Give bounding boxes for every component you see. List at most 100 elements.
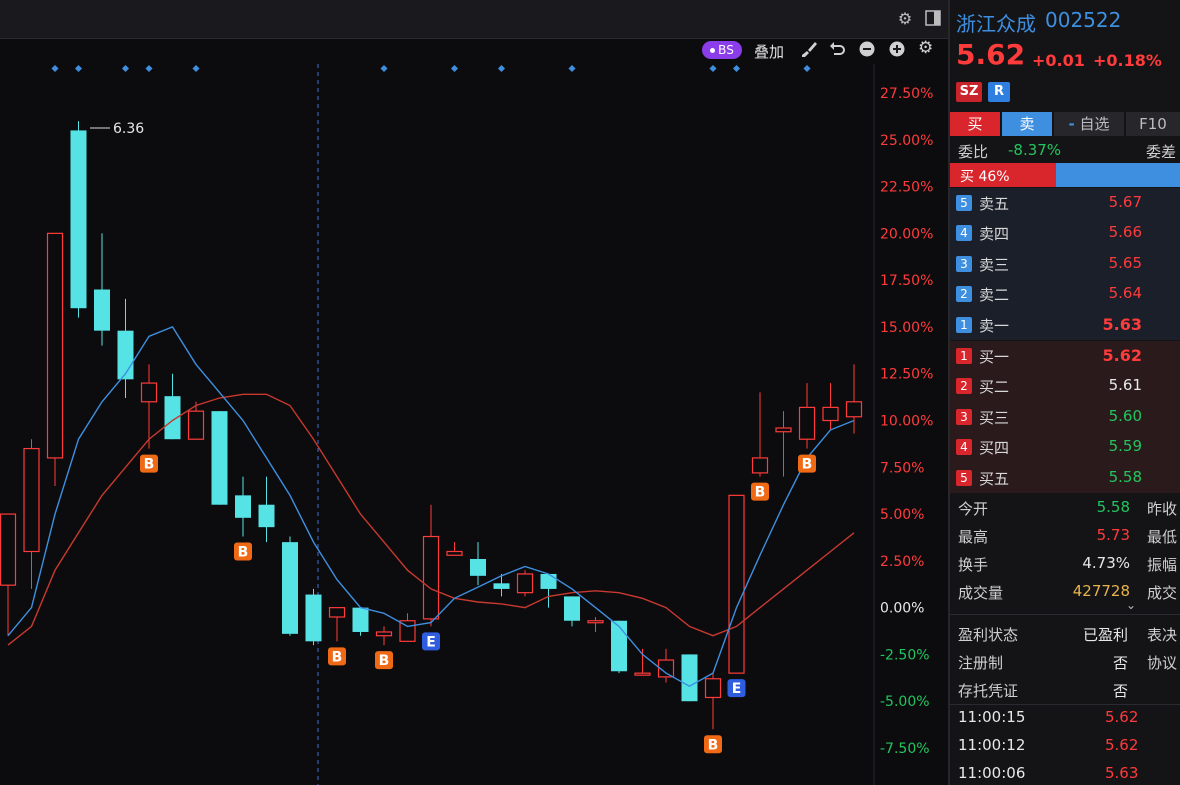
buy-marker-7[interactable]: B <box>751 482 769 501</box>
stock-name[interactable]: 浙江众成 <box>956 8 1036 37</box>
exit-marker-6[interactable]: E <box>727 679 746 698</box>
ask-level-price: 5.64 <box>1108 284 1142 303</box>
bid-level-label: 买一 <box>979 348 1010 366</box>
candle-32[interactable] <box>751 392 769 477</box>
event-dot-4[interactable] <box>192 64 200 73</box>
stat-value: 4.73% <box>1082 554 1130 572</box>
axis-label-8: 7.50% <box>880 460 924 476</box>
bid-row-2[interactable]: 2 买二 5.61 <box>950 371 1180 401</box>
bid-row-5[interactable]: 5 买五 5.58 <box>950 463 1180 493</box>
svg-text:B: B <box>379 653 390 669</box>
event-dot-0[interactable] <box>51 64 59 73</box>
event-dot-2[interactable] <box>121 64 130 73</box>
tab-f10[interactable]: F10 <box>1126 112 1180 136</box>
ask-row-2[interactable]: 2 卖二 5.64 <box>950 279 1180 309</box>
candle-14[interactable] <box>328 607 346 642</box>
candle-0[interactable] <box>0 513 17 636</box>
candle-33[interactable] <box>775 411 792 477</box>
buy-marker-0[interactable]: B <box>140 454 158 473</box>
candle-21[interactable] <box>493 573 510 597</box>
exit-marker-4[interactable]: E <box>422 632 440 651</box>
candle-23[interactable] <box>540 573 557 608</box>
candle-9[interactable] <box>211 411 228 505</box>
bid-row-4[interactable]: 4 买四 5.59 <box>950 432 1180 462</box>
buy-marker-1[interactable]: B <box>234 542 252 561</box>
stat-label-secondary: 成交 <box>1147 584 1178 602</box>
bid-level-label: 买五 <box>979 469 1010 488</box>
candle-26[interactable] <box>611 620 627 674</box>
ask-row-5[interactable]: 5 卖五 5.67 <box>950 188 1180 218</box>
candle-29[interactable] <box>681 654 698 702</box>
candle-10[interactable] <box>235 476 251 537</box>
candle-6[interactable] <box>140 364 158 449</box>
bid-row-3[interactable]: 3 买三 5.60 <box>950 402 1180 432</box>
kline-chart[interactable]: 27.50% 25.00% 22.50% 20.00% 17.50% 15.00% 12.5… <box>0 0 950 785</box>
event-dot-8[interactable] <box>568 64 576 73</box>
event-dot-11[interactable] <box>803 64 811 73</box>
bid-row-1[interactable]: 1 买一 5.62 <box>950 341 1180 371</box>
event-dot-3[interactable] <box>145 64 153 73</box>
candle-1[interactable] <box>23 439 40 589</box>
tab-sell[interactable]: 卖 <box>1002 112 1052 136</box>
candle-22[interactable] <box>516 570 534 597</box>
event-dot-9[interactable] <box>709 64 717 73</box>
candle-13[interactable] <box>305 588 322 646</box>
buy-marker-3[interactable]: B <box>375 651 393 670</box>
candle-11[interactable] <box>258 476 275 543</box>
candle-16[interactable] <box>375 626 393 646</box>
buy-marker-2[interactable]: B <box>328 647 346 666</box>
tab-buy[interactable]: 买 <box>950 112 1000 136</box>
info-label-secondary: 协议 <box>1147 654 1178 672</box>
axis-label-4: 17.50% <box>880 273 933 289</box>
candle-2[interactable] <box>46 232 64 486</box>
candle-31[interactable] <box>728 494 745 674</box>
svg-text:E: E <box>426 634 436 650</box>
tick-price: 5.63 <box>1105 764 1139 782</box>
candle-27[interactable] <box>634 648 651 676</box>
event-dot-7[interactable] <box>497 64 506 73</box>
bid-level-badge: 5 <box>956 469 972 486</box>
svg-text:B: B <box>755 485 766 501</box>
event-dot-5[interactable] <box>380 64 388 73</box>
weibi-label: 委比 <box>958 143 989 161</box>
candle-35[interactable] <box>822 383 839 430</box>
axis-label-14: -7.50% <box>880 741 930 757</box>
event-dot-1[interactable] <box>74 64 83 73</box>
candle-8[interactable] <box>187 401 205 440</box>
weibi-value: -8.37% <box>1008 141 1062 159</box>
candle-17[interactable] <box>399 613 416 642</box>
tab-watchlist[interactable]: - 自选 <box>1054 112 1124 136</box>
expand-chevron-icon[interactable]: ⌄ <box>1126 598 1136 612</box>
stock-code: 002522 <box>1045 8 1122 32</box>
candle-19[interactable] <box>446 542 463 556</box>
candle-24[interactable] <box>564 596 580 627</box>
r-tag[interactable]: R <box>988 82 1010 102</box>
candle-4[interactable] <box>94 233 110 346</box>
candle-15[interactable] <box>352 607 369 636</box>
candle-25[interactable] <box>587 617 604 632</box>
buy-marker-5[interactable]: B <box>704 735 722 754</box>
tick-price: 5.62 <box>1105 708 1139 726</box>
bid-book: 1 买一 5.62 2 买二 5.61 3 买三 5.60 4 买四 5.59 5 买五 5.58 <box>950 341 1180 493</box>
buy-marker-8[interactable]: B <box>798 454 816 473</box>
stat-value: 5.58 <box>1096 498 1130 516</box>
event-dot-6[interactable] <box>450 64 459 73</box>
ask-row-3[interactable]: 3 卖三 5.65 <box>950 249 1180 279</box>
candle-34[interactable] <box>798 383 816 449</box>
bid-level-label: 买三 <box>979 408 1010 427</box>
event-dot-10[interactable] <box>732 64 741 73</box>
candle-28[interactable] <box>657 648 675 683</box>
info-value: 已盈利 <box>1082 626 1128 644</box>
candle-3[interactable] <box>70 121 87 318</box>
candle-20[interactable] <box>470 542 486 586</box>
tick-list: 11:00:15 5.62 11:00:12 5.62 11:00:06 5.63 <box>950 706 1180 785</box>
ask-row-4[interactable]: 4 卖四 5.66 <box>950 218 1180 248</box>
stat-label: 今开 <box>958 500 989 518</box>
candle-18[interactable] <box>422 504 440 627</box>
ask-row-1[interactable]: 1 卖一 5.63 <box>950 310 1180 340</box>
info-label-secondary: 表决 <box>1147 626 1178 644</box>
candle-12[interactable] <box>282 536 298 636</box>
candle-7[interactable] <box>164 373 181 440</box>
candle-30[interactable] <box>704 673 722 730</box>
candle-5[interactable] <box>117 298 134 399</box>
